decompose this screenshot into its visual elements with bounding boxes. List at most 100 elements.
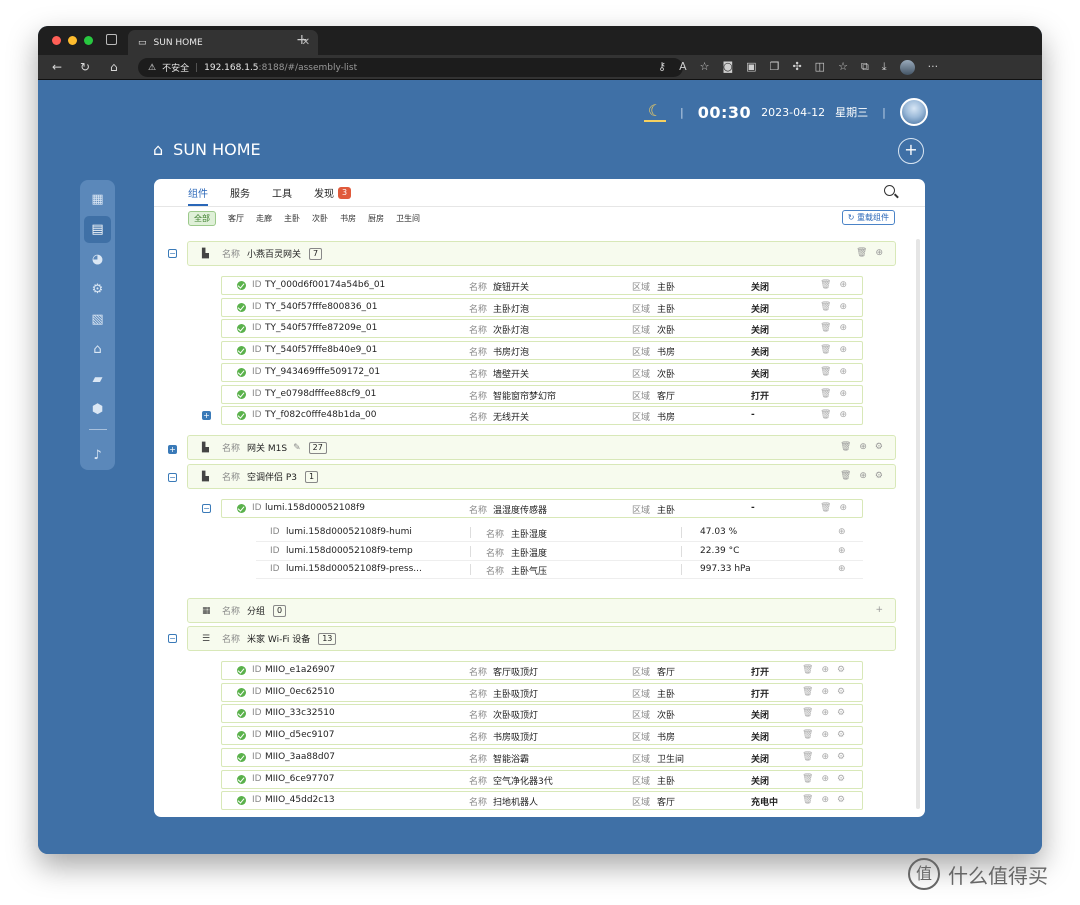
delete-icon[interactable]: 🗑 — [802, 752, 813, 762]
folder-icon[interactable]: ▰ — [84, 366, 111, 393]
edit-icon[interactable]: ✎ — [293, 443, 301, 453]
close-window-button[interactable] — [52, 36, 61, 45]
filter-kitchen[interactable]: 厨房 — [368, 213, 384, 224]
device-row[interactable]: ID TY_540f57fffe800836_01 名称 主卧灯泡 区域 主卧 关闭 🗑 ⊕ — [221, 297, 863, 317]
settings-icon[interactable]: ⚙ — [837, 687, 845, 697]
delete-icon[interactable]: 🗑 — [840, 442, 851, 452]
zoom-icon[interactable]: ⊕ — [839, 280, 847, 290]
settings-icon[interactable]: ⚙ — [837, 730, 845, 740]
download-icon[interactable]: ⤓ — [882, 60, 887, 75]
delete-icon[interactable]: 🗑 — [802, 730, 813, 740]
delete-icon[interactable]: 🗑 — [802, 687, 813, 697]
read-aloud-icon[interactable]: A — [679, 60, 687, 75]
zoom-icon[interactable]: ⊕ — [821, 730, 829, 740]
collapse-toggle[interactable]: − — [168, 473, 177, 482]
zoom-icon[interactable]: ⊕ — [838, 527, 846, 537]
device-row[interactable]: ID TY_f082c0fffe48b1da_00 名称 无线开关 区域 书房 - 🗑 ⊕ — [221, 406, 863, 426]
analytics-icon[interactable]: ◕ — [84, 246, 111, 273]
delete-icon[interactable]: 🗑 — [802, 795, 813, 805]
assembly-list-icon[interactable]: ▤ — [84, 216, 111, 243]
device-row[interactable]: ID TY_540f57fffe8b40e9_01 名称 书房灯泡 区域 书房 关闭 🗑 ⊕ — [221, 341, 863, 361]
device-row[interactable]: ID TY_e0798dfffee88cf9_01 名称 智能窗帘梦幻帘 区域 客厅 打开 🗑… — [221, 384, 863, 404]
delete-icon[interactable]: 🗑 — [820, 503, 831, 513]
zoom-icon[interactable]: ⊕ — [859, 471, 867, 481]
settings-icon[interactable]: ⚙ — [837, 752, 845, 762]
more-icon[interactable]: ··· — [928, 60, 939, 75]
zoom-icon[interactable]: ⊕ — [859, 442, 867, 452]
reload-components-button[interactable]: ↻ 重载组件 — [841, 210, 895, 225]
night-mode-icon[interactable]: ☾ — [644, 102, 666, 122]
browser-tab[interactable]: ▭ SUN HOME ✕ — [128, 30, 318, 55]
delete-icon[interactable]: 🗑 — [820, 345, 831, 355]
scene-icon[interactable]: ▧ — [84, 306, 111, 333]
notification-icon[interactable]: ♪ — [84, 442, 111, 469]
tab-discover[interactable]: 发现 3 — [314, 185, 352, 206]
settings-icon[interactable]: ⚙ — [875, 471, 883, 481]
delete-icon[interactable]: 🗑 — [820, 323, 831, 333]
device-row[interactable]: ID lumi.158d00052108f9 名称 温湿度传感器 区域 主卧 -… — [221, 499, 863, 518]
zoom-icon[interactable]: ⊕ — [875, 248, 883, 258]
settings-icon[interactable]: ⚙ — [837, 795, 845, 805]
delete-icon[interactable]: 🗑 — [802, 665, 813, 675]
split-screen-icon[interactable]: ◫ — [815, 60, 825, 75]
expand-toggle[interactable]: + — [202, 411, 211, 420]
zoom-icon[interactable]: ⊕ — [821, 687, 829, 697]
filter-living-room[interactable]: 客厅 — [228, 213, 244, 224]
minimize-window-button[interactable] — [68, 36, 77, 45]
new-tab-button[interactable]: + — [296, 32, 308, 48]
search-icon[interactable] — [884, 185, 895, 196]
device-row[interactable]: ID TY_540f57fffe87209e_01 名称 次卧灯泡 区域 次卧 关闭 🗑 ⊕ — [221, 319, 863, 339]
settings-icon[interactable]: ⚙ — [875, 442, 883, 452]
filter-study[interactable]: 书房 — [340, 213, 356, 224]
extension-icon[interactable]: ◙ — [722, 60, 733, 75]
device-row[interactable]: ID MIIO_45dd2c13 名称 扫地机器人 区域 客厅 充电中 🗑 ⊕ ⚙ — [221, 791, 863, 811]
delete-icon[interactable]: 🗑 — [820, 302, 831, 312]
tab-services[interactable]: 服务 — [230, 185, 250, 206]
collections-icon[interactable]: ❐ — [770, 60, 780, 75]
delete-icon[interactable]: 🗑 — [820, 280, 831, 290]
filter-hallway[interactable]: 走廊 — [256, 213, 272, 224]
expand-toggle[interactable]: + — [168, 445, 177, 454]
zoom-icon[interactable]: ⊕ — [839, 410, 847, 420]
delete-icon[interactable]: 🗑 — [802, 774, 813, 784]
favorites-icon[interactable]: ☆ — [838, 60, 848, 75]
delete-icon[interactable]: 🗑 — [840, 471, 851, 481]
delete-icon[interactable]: 🗑 — [802, 708, 813, 718]
settings-icon[interactable]: ⬢ — [84, 396, 111, 423]
filter-all[interactable]: 全部 — [188, 210, 216, 226]
user-avatar[interactable] — [899, 98, 928, 126]
device-row[interactable]: ID MIIO_33c32510 名称 次卧吸顶灯 区域 次卧 关闭 🗑 ⊕ ⚙ — [221, 704, 863, 724]
tab-overview-icon[interactable] — [106, 34, 117, 45]
collapse-toggle[interactable]: − — [168, 249, 177, 258]
zoom-icon[interactable]: ⊕ — [838, 546, 846, 556]
profile-avatar[interactable] — [899, 60, 915, 75]
device-row[interactable]: ID MIIO_0ec62510 名称 主卧吸顶灯 区域 主卧 打开 🗑 ⊕ ⚙ — [221, 682, 863, 702]
filter-master-bedroom[interactable]: 主卧 — [284, 213, 300, 224]
zoom-icon[interactable]: ⊕ — [821, 665, 829, 675]
group-row[interactable]: ▙ 名称 空调伴侣 P3 1 🗑 ⊕ ⚙ — [187, 464, 896, 489]
collapse-toggle[interactable]: − — [168, 634, 177, 643]
group-row[interactable]: ▙ 名称 网关 M1S ✎ 27 🗑 ⊕ ⚙ — [187, 435, 896, 460]
zoom-icon[interactable]: ⊕ — [821, 774, 829, 784]
delete-icon[interactable]: 🗑 — [820, 367, 831, 377]
filter-bathroom[interactable]: 卫生间 — [396, 213, 420, 224]
zoom-icon[interactable]: ⊕ — [821, 708, 829, 718]
sensor-row[interactable]: ID lumi.158d00052108f9-press... 名称 主卧气压 997.… — [256, 561, 863, 579]
home-icon[interactable]: ⌂ — [110, 60, 118, 74]
zoom-icon[interactable]: ⊕ — [839, 389, 847, 399]
back-icon[interactable]: ← — [52, 60, 62, 74]
zoom-icon[interactable]: ⊕ — [839, 345, 847, 355]
zoom-window-button[interactable] — [84, 36, 93, 45]
tab-components[interactable]: 组件 — [188, 185, 208, 206]
zoom-icon[interactable]: ⊕ — [839, 367, 847, 377]
zoom-icon[interactable]: ⊕ — [838, 564, 846, 574]
puzzle-icon[interactable]: ✣ — [792, 60, 801, 75]
group-row[interactable]: ☰ 名称 米家 Wi-Fi 设备 13 — [187, 626, 896, 651]
settings-icon[interactable]: ⚙ — [837, 774, 845, 784]
collections-panel-icon[interactable]: ⧉ — [861, 60, 869, 75]
filter-second-bedroom[interactable]: 次卧 — [312, 213, 328, 224]
settings-icon[interactable]: ⚙ — [837, 708, 845, 718]
translate-icon[interactable]: ▣ — [746, 60, 756, 75]
scrollbar[interactable] — [916, 239, 920, 809]
zoom-icon[interactable]: ⊕ — [821, 795, 829, 805]
